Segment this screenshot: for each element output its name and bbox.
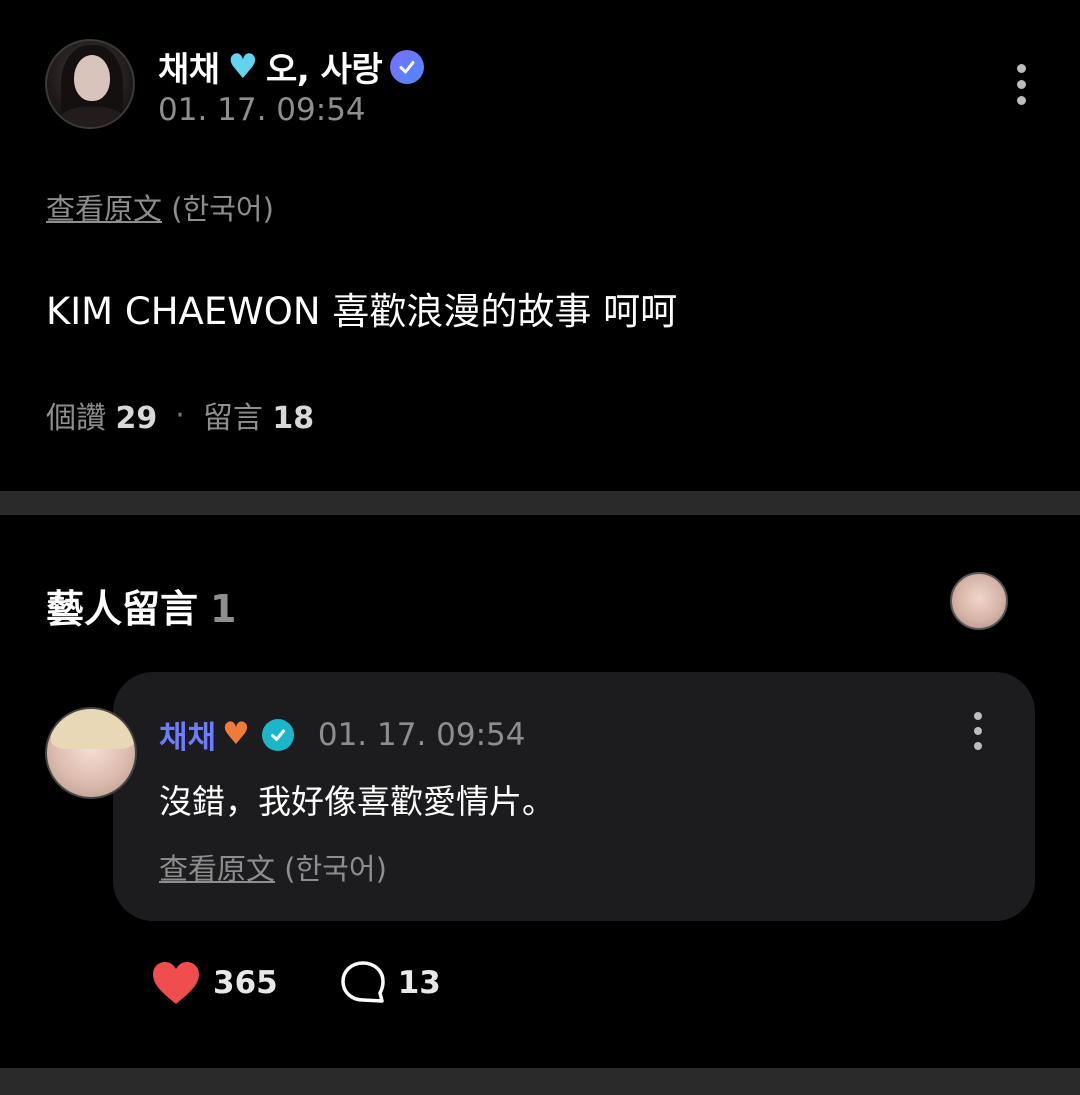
section-divider xyxy=(0,491,1080,515)
cyan-heart-icon: ♥ xyxy=(227,46,259,87)
comment-view-original-link[interactable]: 查看原文 xyxy=(159,852,275,886)
like-count: 365 xyxy=(213,965,278,1001)
reply-count: 13 xyxy=(397,965,441,1001)
original-language-label: (한국어) xyxy=(171,192,274,226)
comment-actions: 365 13 xyxy=(151,960,441,1006)
more-vertical-icon[interactable] xyxy=(1015,64,1027,105)
comments-stat[interactable]: 留言 18 xyxy=(203,393,314,437)
post-timestamp: 01. 17. 09:54 xyxy=(158,92,366,128)
artist-avatar[interactable] xyxy=(950,572,1008,630)
comment-body-text: 沒錯，我好像喜歡愛情片。 xyxy=(159,782,555,821)
verified-badge-icon xyxy=(390,49,425,84)
view-original-link[interactable]: 查看原文 xyxy=(46,192,162,226)
reply-button[interactable]: 13 xyxy=(340,960,441,1006)
orange-heart-icon: ♥ xyxy=(222,716,250,752)
comment-timestamp: 01. 17. 09:54 xyxy=(317,716,526,753)
post-detail-page: 채채 ♥ 오, 사랑 01. 17. 09:54 查看原文 (한국어) KIM … xyxy=(0,0,1080,1095)
post-author-suffix: 오, 사랑 xyxy=(266,50,383,90)
post-author-avatar[interactable] xyxy=(45,39,135,129)
comment-header: 채채 ♥ 01. 17. 09:54 xyxy=(159,712,526,757)
comment-more-vertical-icon[interactable] xyxy=(972,712,984,750)
likes-label: 個讚 xyxy=(46,401,106,436)
post-stats: 個讚 29 · 留言 18 xyxy=(46,393,314,437)
post-author-name[interactable]: 채채 xyxy=(158,42,220,91)
section-divider-bottom xyxy=(0,1068,1080,1095)
comment-original-language-label: (한국어) xyxy=(284,852,387,886)
post-author-row: 채채 ♥ 오, 사랑 xyxy=(158,42,425,91)
post-translate-row: 查看原文 (한국어) xyxy=(46,186,274,228)
comment-translate-row: 查看原文 (한국어) xyxy=(159,846,387,888)
comment-author-name[interactable]: 채채 xyxy=(159,712,216,757)
likes-count: 29 xyxy=(115,401,158,436)
comments-count: 18 xyxy=(272,401,315,436)
speech-bubble-icon xyxy=(340,961,385,1003)
likes-stat[interactable]: 個讚 29 xyxy=(46,393,157,437)
artist-comments-title: 藝人留言 xyxy=(46,587,199,631)
separator-dot: · xyxy=(175,397,185,433)
verified-badge-icon xyxy=(261,718,294,751)
heart-icon xyxy=(153,962,199,1004)
artist-comments-count: 1 xyxy=(210,587,237,631)
comments-label: 留言 xyxy=(202,401,263,436)
like-button[interactable]: 365 xyxy=(151,960,278,1006)
post-body-text: KIM CHAEWON 喜歡浪漫的故事 呵呵 xyxy=(46,290,678,333)
comment-author-avatar[interactable] xyxy=(45,707,137,799)
artist-comments-header: 藝人留言 1 xyxy=(46,578,236,633)
